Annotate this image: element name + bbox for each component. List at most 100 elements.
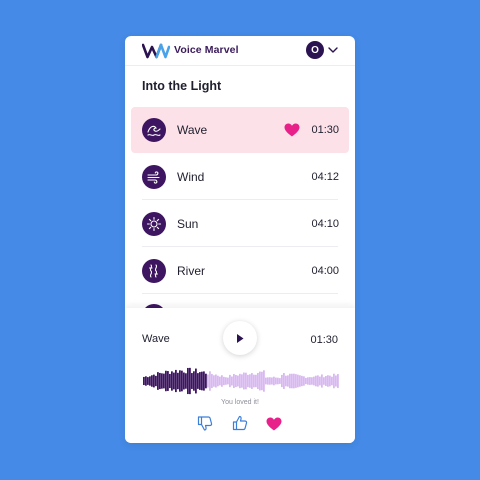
now-playing-title: Wave [142, 333, 170, 345]
waveform-bar [261, 371, 263, 391]
heart-icon[interactable] [266, 416, 282, 432]
play-icon [237, 333, 244, 343]
waveform-bar [229, 374, 231, 388]
waveform-bar [259, 371, 261, 391]
feedback-message: You loved it! [221, 399, 259, 406]
waveform-bar [335, 375, 337, 387]
waveform-bar [211, 374, 213, 388]
waveform-bar [305, 377, 307, 385]
waveform-bar [219, 376, 221, 386]
waveform-bar [287, 375, 289, 387]
waveform-bar [193, 371, 195, 391]
waveform-bar [169, 373, 171, 389]
track-name: Wind [177, 170, 205, 184]
waveform-bar [189, 367, 191, 395]
track-row-sun[interactable]: Sun 04:10 [131, 201, 349, 247]
waveform-bar [199, 372, 201, 390]
waveform-bar [243, 372, 245, 390]
waveform-bar [145, 376, 147, 386]
track-duration: 04:10 [311, 218, 339, 230]
chevron-down-icon[interactable] [328, 46, 338, 54]
waveform-bar [179, 370, 181, 392]
waveform-bar [239, 373, 241, 389]
playlist-title: Into the Light [142, 79, 222, 93]
waveform-bar [195, 368, 197, 394]
track-name: Sun [177, 217, 199, 231]
waveform-bar [311, 377, 313, 385]
thumbs-up-icon[interactable] [232, 415, 248, 431]
waveform-bar [289, 373, 291, 389]
avatar[interactable]: O [306, 41, 324, 59]
waveform-bar [267, 377, 269, 385]
waveform-bar [265, 377, 267, 385]
player-card: Voice Marvel O Into the Light Wave 01:30 [125, 36, 355, 443]
waveform-bar [151, 375, 153, 387]
waveform-bar [147, 377, 149, 385]
waveform-bar [309, 377, 311, 385]
waveform-bar [307, 377, 309, 385]
waveform-bar [317, 375, 319, 387]
waveform-bar [213, 375, 215, 387]
waveform-bar [319, 376, 321, 386]
play-button[interactable] [223, 321, 257, 355]
track-row-wave[interactable]: Wave 01:30 [131, 107, 349, 153]
app-header: Voice Marvel O [125, 36, 355, 66]
waveform-bar [233, 374, 235, 388]
waveform-bar [269, 377, 271, 385]
waveform-bar [183, 372, 185, 390]
river-icon [142, 259, 166, 283]
waveform-bar [161, 373, 163, 389]
waveform-bar [163, 373, 165, 389]
waveform-bar [245, 372, 247, 390]
track-name: Wave [177, 123, 208, 137]
waveform-bar [159, 372, 161, 390]
waveform-bar [173, 372, 175, 390]
waveform-bar [329, 375, 331, 387]
waveform-bar [153, 374, 155, 388]
waveform-bar [155, 375, 157, 387]
waveform-bar [299, 375, 301, 387]
waveform-bar [217, 375, 219, 387]
waveform-bar [337, 374, 339, 388]
waveform-bar [285, 375, 287, 387]
waveform-bar [237, 375, 239, 387]
waveform-bar [143, 376, 145, 386]
waveform-bar [257, 372, 259, 390]
waveform-bar [177, 372, 179, 390]
waveform-bar [149, 376, 151, 386]
wave-icon [142, 118, 166, 142]
waveform-bar [197, 373, 199, 389]
divider [142, 293, 338, 294]
waveform-bar [223, 376, 225, 386]
waveform-bar [271, 377, 273, 385]
waveform-bar [203, 371, 205, 391]
waveform-scrubber[interactable] [143, 364, 339, 398]
now-playing-duration: 01:30 [310, 334, 338, 346]
waveform-bar [297, 374, 299, 388]
waveform-bar [283, 373, 285, 389]
brand-name: Voice Marvel [174, 44, 239, 56]
sun-icon [142, 212, 166, 236]
waveform-bar [201, 371, 203, 391]
waveform-bar [185, 373, 187, 389]
waveform-bar [187, 367, 189, 395]
track-duration: 04:00 [311, 265, 339, 277]
waveform-bar [235, 375, 237, 387]
waveform-bar [325, 376, 327, 386]
waveform-bar [191, 373, 193, 389]
waveform-bar [249, 374, 251, 388]
waveform-bar [291, 373, 293, 389]
waveform-bar [281, 374, 283, 388]
logo-icon [142, 43, 170, 59]
waveform-bar [227, 377, 229, 385]
track-row-wind[interactable]: Wind 04:12 [131, 154, 349, 200]
wind-icon [142, 165, 166, 189]
waveform-bar [315, 375, 317, 387]
thumbs-down-icon[interactable] [197, 415, 213, 431]
waveform-bar [181, 370, 183, 392]
track-row-river[interactable]: River 04:00 [131, 248, 349, 294]
now-playing-panel: Wave 01:30 You loved it! [125, 308, 355, 443]
waveform-bar [205, 373, 207, 389]
waveform-bar [263, 370, 265, 392]
heart-icon[interactable] [284, 123, 300, 137]
